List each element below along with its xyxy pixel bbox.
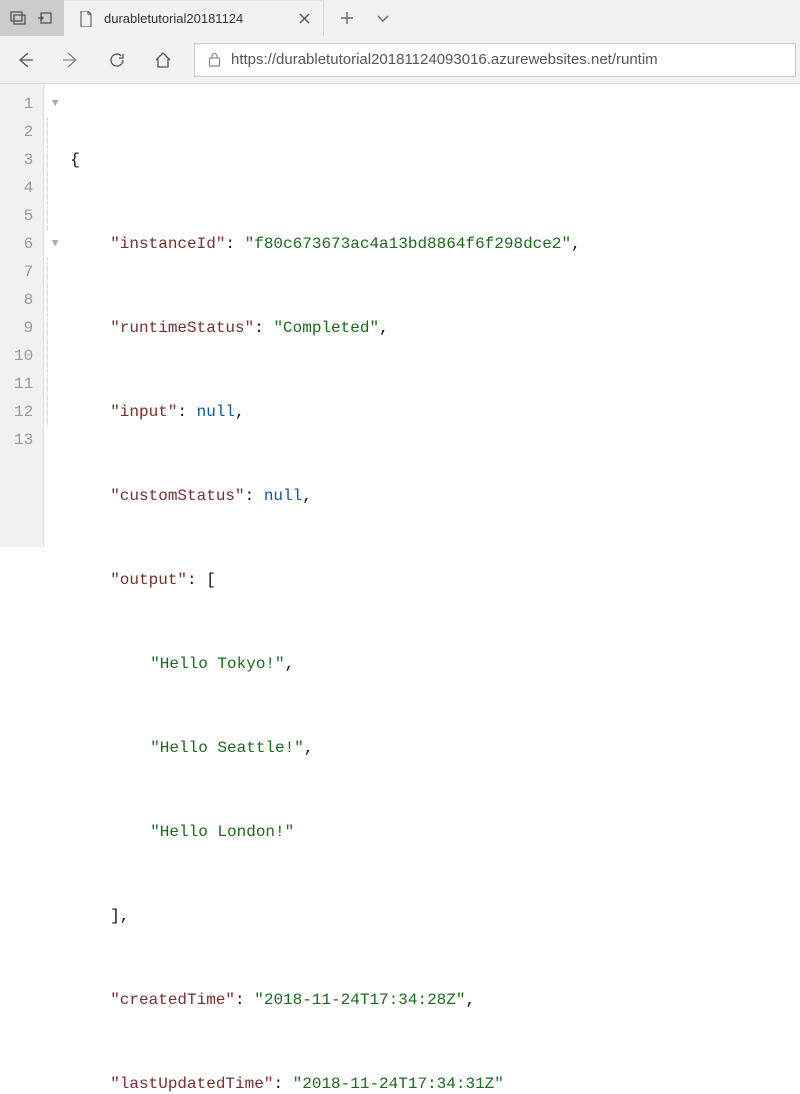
- back-button[interactable]: [4, 39, 46, 81]
- titlebar-system-buttons: [0, 0, 64, 36]
- json-key: "createdTime": [110, 991, 235, 1009]
- json-viewer: 1 2 3 4 5 6 7 8 9 10 11 12 13 ▼ ▼ { "ins…: [0, 84, 800, 547]
- json-key: "lastUpdatedTime": [110, 1075, 273, 1093]
- line-number: 1: [14, 90, 33, 118]
- json-string: "2018-11-24T17:34:31Z": [293, 1075, 504, 1093]
- new-tab-button[interactable]: [330, 1, 364, 35]
- browser-tab[interactable]: durabletutorial20181124: [64, 0, 324, 36]
- browser-toolbar: https://durabletutorial20181124093016.az…: [0, 36, 800, 84]
- line-number-gutter: 1 2 3 4 5 6 7 8 9 10 11 12 13: [0, 84, 44, 547]
- file-icon: [78, 11, 94, 27]
- tab-title: durabletutorial20181124: [104, 11, 285, 26]
- forward-button[interactable]: [50, 39, 92, 81]
- home-button[interactable]: [142, 39, 184, 81]
- address-bar[interactable]: https://durabletutorial20181124093016.az…: [194, 43, 796, 77]
- line-number: 8: [14, 286, 33, 314]
- json-content[interactable]: { "instanceId": "f80c673673ac4a13bd8864f…: [66, 84, 580, 547]
- refresh-button[interactable]: [96, 39, 138, 81]
- json-key: "runtimeStatus": [110, 319, 254, 337]
- line-number: 4: [14, 174, 33, 202]
- line-number: 11: [14, 370, 33, 398]
- line-number: 10: [14, 342, 33, 370]
- json-string: "Hello Seattle!": [150, 739, 304, 757]
- tab-menu-button[interactable]: [366, 1, 400, 35]
- tab-strip-actions: [324, 0, 800, 36]
- json-string: "Hello Tokyo!": [150, 655, 284, 673]
- json-key: "output": [110, 571, 187, 589]
- line-number: 6: [14, 230, 33, 258]
- json-key: "customStatus": [110, 487, 244, 505]
- line-number: 3: [14, 146, 33, 174]
- line-number: 2: [14, 118, 33, 146]
- json-string: "2018-11-24T17:34:28Z": [254, 991, 465, 1009]
- lock-icon: [205, 51, 223, 69]
- json-string: "Completed": [273, 319, 379, 337]
- json-string: "Hello London!": [150, 823, 294, 841]
- json-string: "f80c673673ac4a13bd8864f6f298dce2": [245, 235, 571, 253]
- json-key: "instanceId": [110, 235, 225, 253]
- tabs-aside-icon[interactable]: [6, 6, 30, 30]
- line-number: 13: [14, 426, 33, 454]
- close-icon[interactable]: [295, 10, 313, 28]
- json-null: null: [264, 487, 302, 505]
- json-key: "input": [110, 403, 177, 421]
- fold-gutter: ▼ ▼: [44, 84, 66, 547]
- line-number: 7: [14, 258, 33, 286]
- fold-toggle[interactable]: ▼: [44, 90, 66, 118]
- line-number: 12: [14, 398, 33, 426]
- url-text: https://durabletutorial20181124093016.az…: [231, 51, 658, 68]
- line-number: 5: [14, 202, 33, 230]
- fold-toggle[interactable]: ▼: [44, 230, 66, 258]
- window-titlebar: durabletutorial20181124: [0, 0, 800, 36]
- set-aside-icon[interactable]: [34, 6, 58, 30]
- json-null: null: [197, 403, 235, 421]
- line-number: 9: [14, 314, 33, 342]
